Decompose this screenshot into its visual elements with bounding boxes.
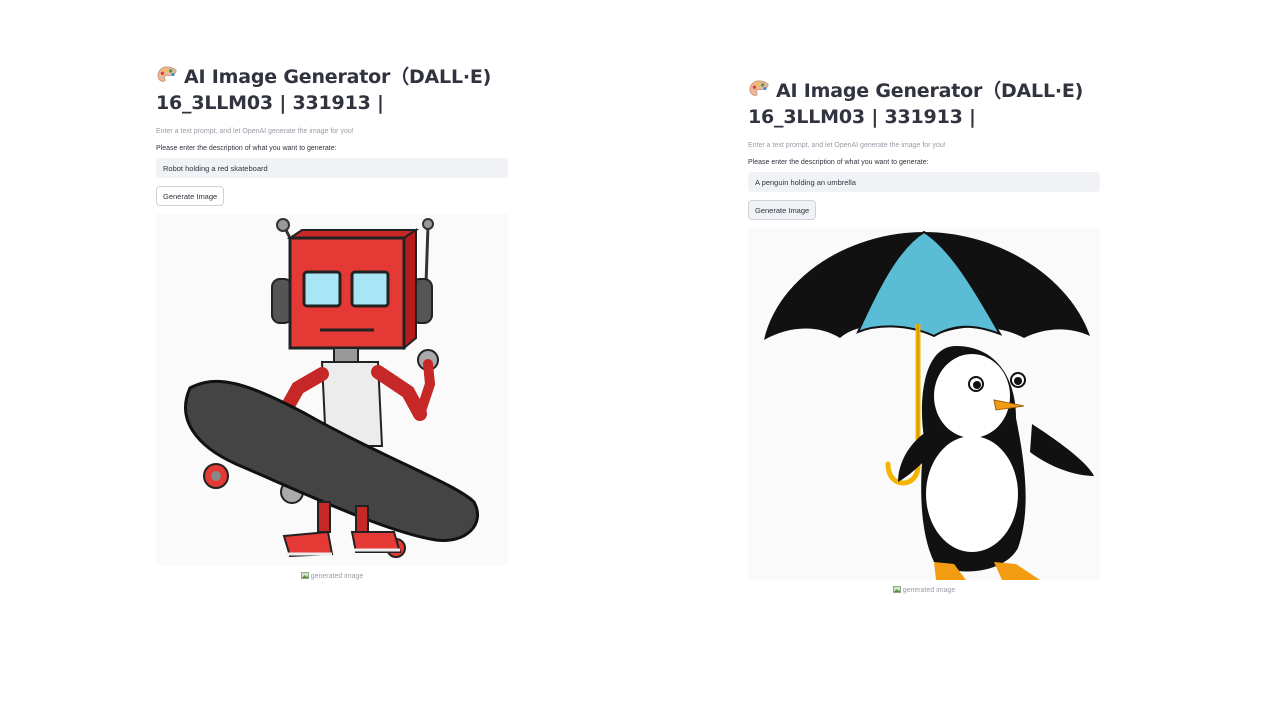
title-line-2: 16_3LLM03 | 331913 | (748, 106, 976, 128)
subtitle: Enter a text prompt, and let OpenAI gene… (156, 128, 354, 135)
title-line-1: AI Image Generator（DALL·E) (184, 66, 492, 88)
generated-image (156, 214, 508, 566)
penguin-umbrella-image (748, 228, 1100, 580)
generated-image (748, 228, 1100, 580)
page-title: AI Image Generator（DALL·E) 16_3LLM03 | 3… (748, 78, 1100, 130)
artist-palette-icon (157, 66, 177, 82)
title-line-2: 16_3LLM03 | 331913 | (156, 92, 384, 114)
robot-skateboard-image (156, 214, 508, 566)
image-caption: generated image (748, 586, 1100, 594)
subtitle: Enter a text prompt, and let OpenAI gene… (748, 142, 946, 149)
image-caption: generated image (156, 572, 508, 580)
caption-text: generated image (310, 573, 364, 580)
prompt-input[interactable] (156, 158, 508, 178)
image-icon (892, 586, 901, 593)
generator-panel-left: AI Image Generator（DALL·E) 16_3LLM03 | 3… (156, 64, 508, 580)
page-title: AI Image Generator（DALL·E) 16_3LLM03 | 3… (156, 64, 508, 116)
generate-image-button[interactable]: Generate Image (748, 200, 817, 220)
prompt-input[interactable] (748, 172, 1100, 192)
image-icon (300, 572, 309, 579)
generator-panel-right: AI Image Generator（DALL·E) 16_3LLM03 | 3… (748, 78, 1100, 594)
caption-text: generated image (902, 587, 956, 594)
generate-image-button[interactable]: Generate Image (156, 186, 225, 206)
artist-palette-icon (749, 80, 769, 96)
title-line-1: AI Image Generator（DALL·E) (776, 80, 1084, 102)
prompt-label: Please enter the description of what you… (748, 159, 929, 166)
prompt-label: Please enter the description of what you… (156, 145, 337, 152)
